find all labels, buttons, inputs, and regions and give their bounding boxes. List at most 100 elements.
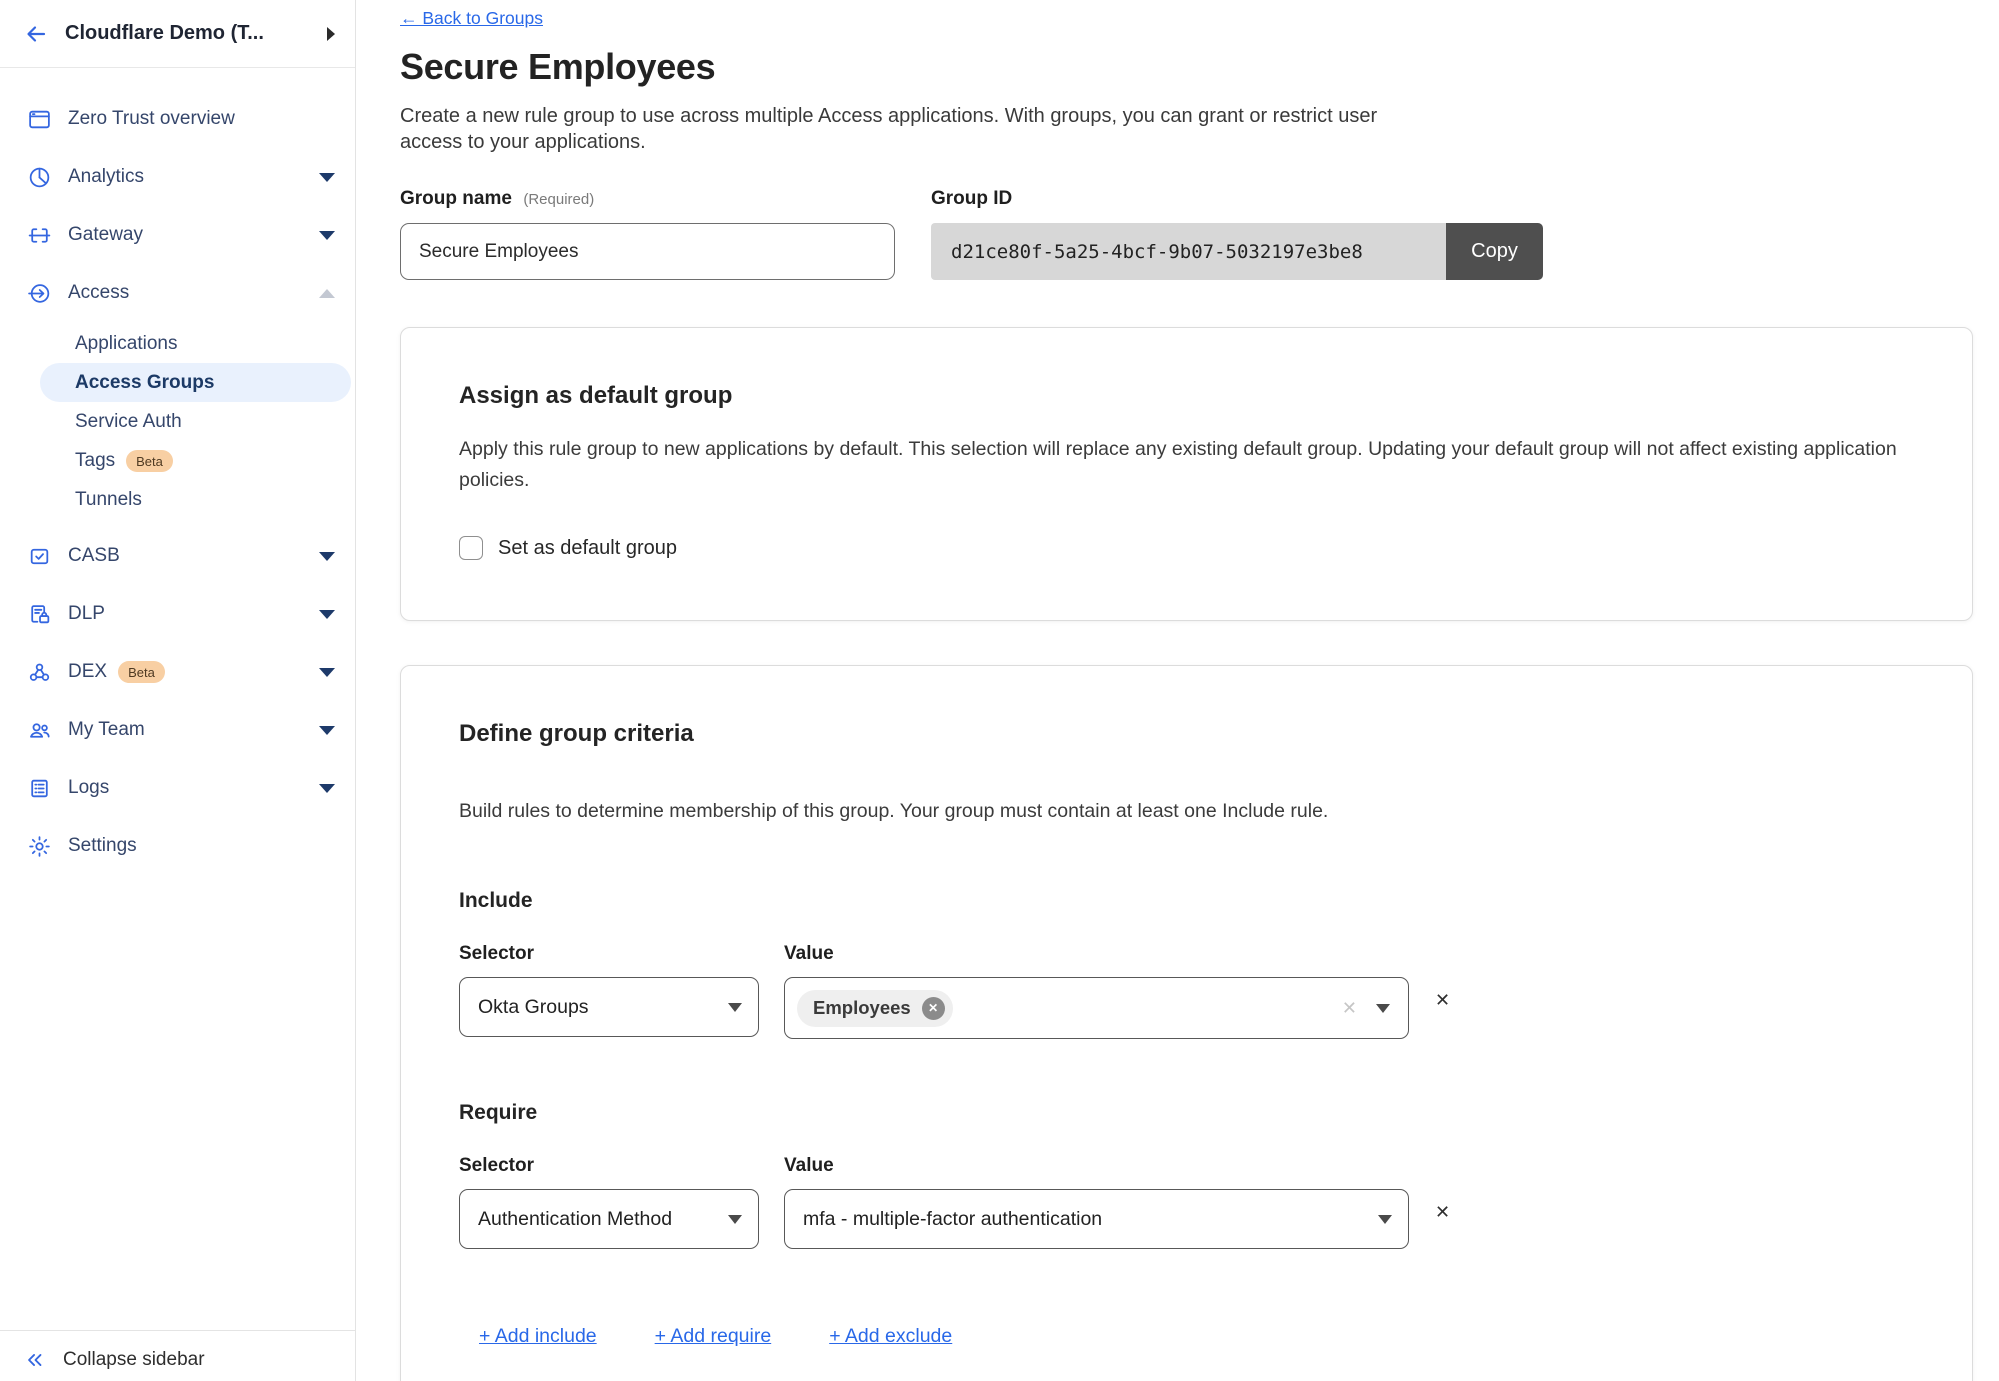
sidebar-item-applications[interactable]: Applications — [0, 324, 355, 363]
default-group-checkbox-row[interactable]: Set as default group — [459, 536, 1914, 560]
sidebar-item-access-groups[interactable]: Access Groups — [40, 363, 351, 402]
dlp-icon — [26, 601, 52, 627]
add-exclude-link[interactable]: + Add exclude — [829, 1325, 952, 1348]
chevron-down-icon — [728, 1215, 742, 1224]
account-switcher[interactable]: Cloudflare Demo (T... — [0, 0, 355, 68]
sidebar-item-analytics[interactable]: Analytics — [0, 148, 355, 206]
chevron-down-icon — [319, 552, 335, 561]
main-content: ← Back to Groups Secure Employees Create… — [356, 0, 1999, 1381]
include-value-multiselect[interactable]: Employees ✕ ✕ — [784, 977, 1409, 1039]
team-icon — [26, 717, 52, 743]
require-value: mfa - multiple-factor authentication — [803, 1208, 1102, 1231]
beta-badge: Beta — [118, 661, 165, 683]
criteria-card-description: Build rules to determine membership of t… — [459, 796, 1914, 827]
add-require-link[interactable]: + Add require — [655, 1325, 772, 1348]
chevron-down-icon — [728, 1003, 742, 1012]
sidebar-item-zero-trust-overview[interactable]: Zero Trust overview — [0, 90, 355, 148]
back-to-groups-link[interactable]: ← Back to Groups — [400, 8, 543, 29]
sidebar-item-label: DLP — [68, 603, 105, 625]
chevron-down-icon — [319, 610, 335, 619]
require-rule-row: Authentication Method mfa - multiple-fac… — [459, 1189, 1914, 1249]
sidebar: Cloudflare Demo (T... Zero Trust overvie… — [0, 0, 356, 1381]
group-name-block: Group name (Required) — [400, 188, 895, 280]
group-id-block: Group ID d21ce80f-5a25-4bcf-9b07-5032197… — [931, 188, 1543, 280]
sidebar-item-label: CASB — [68, 545, 120, 567]
sidebar-item-label: Access Groups — [75, 372, 214, 394]
sidebar-item-label: My Team — [68, 719, 145, 741]
chevron-down-icon — [319, 784, 335, 793]
back-arrow-icon[interactable] — [24, 22, 48, 46]
include-rule-row: Okta Groups Employees ✕ ✕ ✕ — [459, 977, 1914, 1039]
value-chip-label: Employees — [813, 997, 911, 1019]
sidebar-item-label: Service Auth — [75, 411, 182, 433]
casb-icon — [26, 543, 52, 569]
sidebar-item-dex[interactable]: DEX Beta — [0, 643, 355, 701]
sidebar-item-tags[interactable]: Tags Beta — [0, 441, 355, 480]
add-rule-links: + Add include + Add require + Add exclud… — [479, 1325, 1914, 1348]
page-title: Secure Employees — [400, 46, 1973, 88]
sidebar-item-label: Settings — [68, 835, 137, 857]
access-icon — [26, 280, 52, 306]
gear-icon — [26, 833, 52, 859]
sidebar-item-label: DEX — [68, 661, 107, 683]
overview-icon — [26, 106, 52, 132]
gateway-icon — [26, 222, 52, 248]
criteria-card: Define group criteria Build rules to det… — [400, 665, 1973, 1381]
chip-remove-icon[interactable]: ✕ — [922, 997, 945, 1020]
group-id-label: Group ID — [931, 188, 1543, 210]
sidebar-item-label: Access — [68, 282, 129, 304]
chevron-down-icon — [1376, 1004, 1390, 1013]
clear-value-icon[interactable]: ✕ — [1342, 998, 1357, 1019]
include-heading: Include — [459, 889, 1914, 913]
sidebar-item-gateway[interactable]: Gateway — [0, 206, 355, 264]
value-chip: Employees ✕ — [797, 990, 953, 1027]
group-name-id-row: Group name (Required) Group ID d21ce80f-… — [400, 188, 1973, 280]
analytics-icon — [26, 164, 52, 190]
chevron-down-icon — [319, 668, 335, 677]
chevron-down-icon — [319, 173, 335, 182]
require-labels-row: Selector Value — [459, 1155, 1914, 1177]
copy-button[interactable]: Copy — [1446, 223, 1543, 280]
sidebar-item-access[interactable]: Access — [0, 264, 355, 322]
remove-include-rule-icon[interactable]: ✕ — [1435, 991, 1450, 1039]
chevron-down-icon — [1378, 1215, 1392, 1224]
beta-badge: Beta — [126, 450, 173, 472]
group-name-label: Group name — [400, 188, 512, 209]
add-include-link[interactable]: + Add include — [479, 1325, 597, 1348]
sidebar-item-label: Tags — [75, 450, 115, 472]
sidebar-item-settings[interactable]: Settings — [0, 817, 355, 875]
criteria-card-title: Define group criteria — [459, 720, 1914, 748]
require-value-label: Value — [784, 1155, 834, 1177]
page-description: Create a new rule group to use across mu… — [400, 103, 1400, 155]
require-selector-dropdown[interactable]: Authentication Method — [459, 1189, 759, 1249]
sidebar-item-logs[interactable]: Logs — [0, 759, 355, 817]
default-group-card-title: Assign as default group — [459, 382, 1914, 410]
group-name-input[interactable] — [400, 223, 895, 280]
sidebar-item-my-team[interactable]: My Team — [0, 701, 355, 759]
sidebar-item-casb[interactable]: CASB — [0, 527, 355, 585]
sidebar-item-label: Logs — [68, 777, 109, 799]
sidebar-item-label: Applications — [75, 333, 177, 355]
require-value-dropdown[interactable]: mfa - multiple-factor authentication — [784, 1189, 1409, 1249]
default-group-card-description: Apply this rule group to new application… — [459, 434, 1914, 496]
default-group-checkbox[interactable] — [459, 536, 483, 560]
sidebar-nav: Zero Trust overview Analytics Gateway Ac… — [0, 68, 355, 875]
require-selector-value: Authentication Method — [478, 1208, 672, 1231]
sidebar-item-dlp[interactable]: DLP — [0, 585, 355, 643]
default-group-checkbox-label: Set as default group — [498, 537, 677, 560]
include-selector-value: Okta Groups — [478, 996, 589, 1019]
dex-icon — [26, 659, 52, 685]
collapse-sidebar-label: Collapse sidebar — [63, 1349, 205, 1371]
sidebar-item-label: Tunnels — [75, 489, 142, 511]
sidebar-item-label: Gateway — [68, 224, 143, 246]
sidebar-item-service-auth[interactable]: Service Auth — [0, 402, 355, 441]
remove-require-rule-icon[interactable]: ✕ — [1435, 1203, 1450, 1249]
include-selector-dropdown[interactable]: Okta Groups — [459, 977, 759, 1037]
logs-icon — [26, 775, 52, 801]
include-selector-label: Selector — [459, 943, 759, 965]
sidebar-item-tunnels[interactable]: Tunnels — [0, 480, 355, 519]
collapse-sidebar-button[interactable]: Collapse sidebar — [0, 1330, 355, 1381]
group-id-value: d21ce80f-5a25-4bcf-9b07-5032197e3be8 — [931, 223, 1446, 280]
require-selector-label: Selector — [459, 1155, 759, 1177]
expand-right-icon — [327, 27, 335, 41]
